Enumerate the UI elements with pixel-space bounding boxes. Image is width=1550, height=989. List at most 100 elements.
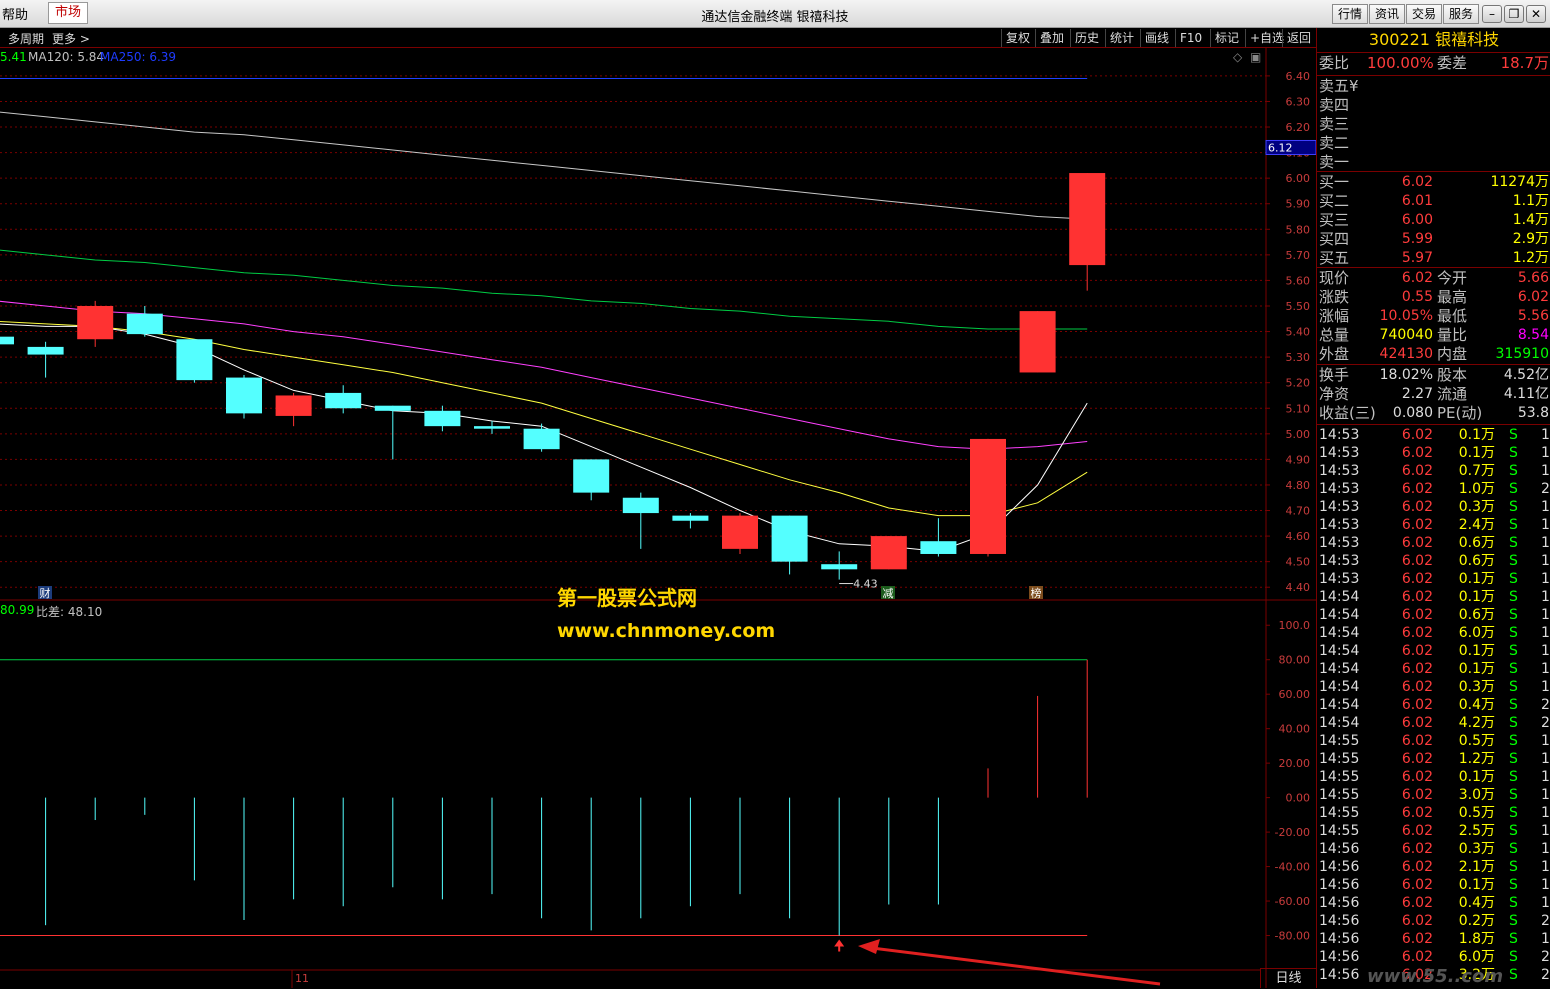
weicha-value: 18.7万	[1500, 54, 1549, 72]
candle-body	[77, 305, 114, 340]
tick-count: 1	[1541, 877, 1550, 893]
candle-body	[573, 459, 610, 493]
tick-count: 1	[1541, 643, 1550, 659]
indicator-axis-label: -80.00	[1275, 930, 1310, 943]
fundamental-row: 净资 2.27 流通 4.11亿	[1317, 385, 1550, 404]
tick-price: 6.02	[1401, 715, 1433, 731]
diamond-icon[interactable]: ◇	[1233, 50, 1242, 64]
indicator-axis-label: 0.00	[1286, 792, 1311, 805]
tick-side: S	[1509, 895, 1518, 911]
help-menu[interactable]: 帮助	[2, 4, 28, 23]
tick-volume: 1.8万	[1458, 931, 1495, 947]
ma-line-ma120	[0, 111, 1088, 220]
tick-volume: 0.1万	[1458, 661, 1495, 677]
tick-side: S	[1509, 787, 1518, 803]
tick-count: 1	[1541, 805, 1550, 821]
history-button[interactable]: 历史	[1070, 29, 1103, 47]
mark-button[interactable]: 标记	[1210, 29, 1243, 47]
stat-value: 6.02	[1517, 289, 1549, 305]
fundamental-row: 换手 18.02% 股本 4.52亿	[1317, 366, 1550, 385]
tick-row: 14:55 6.02 0.5万 S 1	[1317, 732, 1550, 750]
sell-level-label: 卖三	[1319, 115, 1350, 133]
tick-volume: 0.3万	[1458, 499, 1495, 515]
tick-side: S	[1509, 625, 1518, 641]
stat-label: 涨跌	[1319, 288, 1350, 306]
tick-row: 14:55 6.02 0.5万 S 1	[1317, 804, 1550, 822]
panel-toggle-icon[interactable]: ▣	[1250, 50, 1261, 64]
restore-icon[interactable]: ❐	[1504, 5, 1524, 23]
tick-price: 6.02	[1401, 751, 1433, 767]
tick-count: 1	[1541, 679, 1550, 695]
ma-legend-120: MA120: 5.84	[28, 50, 105, 64]
separator	[1317, 75, 1550, 76]
tick-row: 14:54 6.02 0.3万 S 1	[1317, 678, 1550, 696]
tick-side: S	[1509, 517, 1518, 533]
price-axis-label: 5.20	[1286, 377, 1311, 390]
tick-row: 14:55 6.02 3.0万 S 1	[1317, 786, 1550, 804]
tick-price: 6.02	[1401, 427, 1433, 443]
f10-button[interactable]: F10	[1175, 29, 1206, 47]
candle-body	[374, 405, 411, 411]
candle-body	[523, 428, 560, 450]
service-button[interactable]: 服务	[1443, 4, 1479, 24]
sell-level-row: 卖三	[1317, 115, 1550, 134]
stat-label: 内盘	[1437, 345, 1468, 363]
tick-row: 14:53 6.02 0.1万 S 1	[1317, 570, 1550, 588]
separator	[1317, 52, 1550, 53]
indicator-axis-label: 20.00	[1279, 757, 1311, 770]
tick-row: 14:54 6.02 6.0万 S 1	[1317, 624, 1550, 642]
tick-row: 14:55 6.02 2.5万 S 1	[1317, 822, 1550, 840]
tick-time: 14:54	[1319, 589, 1360, 605]
tick-volume: 4.2万	[1458, 715, 1495, 731]
tick-volume: 6.0万	[1458, 949, 1495, 965]
stat-value: 6.02	[1401, 270, 1433, 286]
tick-count: 1	[1541, 625, 1550, 641]
indicator-legend-value: 80.99	[0, 603, 35, 617]
tick-count: 1	[1541, 823, 1550, 839]
market-menu[interactable]: 市场	[48, 2, 88, 24]
candle-body	[970, 438, 1006, 554]
fuquan-button[interactable]: 复权	[1001, 29, 1034, 47]
app-title: 通达信金融终端 银禧科技	[701, 10, 849, 25]
sell-level-row: 卖五¥	[1317, 77, 1550, 96]
minimize-icon[interactable]: –	[1482, 5, 1502, 23]
news-button[interactable]: 资讯	[1369, 4, 1405, 24]
trade-button[interactable]: 交易	[1406, 4, 1442, 24]
tick-row: 14:56 6.02 0.2万 S 2	[1317, 912, 1550, 930]
tick-price: 6.02	[1401, 859, 1433, 875]
tick-row: 14:54 6.02 0.6万 S 1	[1317, 606, 1550, 624]
more-button[interactable]: 更多 >	[52, 30, 90, 47]
tick-price: 6.02	[1401, 733, 1433, 749]
multi-period-button[interactable]: 多周期	[8, 30, 44, 47]
tick-volume: 0.3万	[1458, 679, 1495, 695]
statistics-button[interactable]: 统计	[1105, 29, 1138, 47]
tick-side: S	[1509, 931, 1518, 947]
buy-level-row: 买三 6.00 1.4万	[1317, 211, 1550, 230]
tick-count: 1	[1541, 931, 1550, 947]
watermark-line1: 第一股票公式网	[557, 586, 697, 610]
tick-side: S	[1509, 751, 1518, 767]
chart-canvas[interactable]: 6.406.306.206.106.005.905.805.705.605.50…	[0, 48, 1316, 988]
draw-line-button[interactable]: 画线	[1140, 29, 1173, 47]
tick-volume: 1.2万	[1458, 751, 1495, 767]
tick-price: 6.02	[1401, 553, 1433, 569]
quotes-button[interactable]: 行情	[1332, 4, 1368, 24]
stat-row: 涨跌 0.55 最高 6.02	[1317, 288, 1550, 307]
tick-time: 14:53	[1319, 499, 1360, 515]
tick-price: 6.02	[1401, 949, 1433, 965]
overlay-button[interactable]: 叠加	[1035, 29, 1068, 47]
kline-chart[interactable]: 6.406.306.206.106.005.905.805.705.605.50…	[0, 48, 1316, 988]
candle-body	[622, 497, 659, 514]
indicator-axis-label: 40.00	[1279, 723, 1311, 736]
period-tab[interactable]: 日线	[1260, 968, 1316, 988]
tick-price: 6.02	[1401, 913, 1433, 929]
tick-time: 14:55	[1319, 787, 1360, 803]
price-axis-label: 5.10	[1286, 402, 1311, 415]
back-button[interactable]: 返回	[1282, 29, 1315, 47]
tick-row: 14:56 6.02 0.3万 S 1	[1317, 840, 1550, 858]
tick-side: S	[1509, 733, 1518, 749]
close-icon[interactable]: ✕	[1526, 5, 1546, 23]
price-axis-label: 5.60	[1286, 274, 1311, 287]
stat-label: 总量	[1319, 326, 1350, 344]
tick-row: 14:56 6.02 2.1万 S 1	[1317, 858, 1550, 876]
